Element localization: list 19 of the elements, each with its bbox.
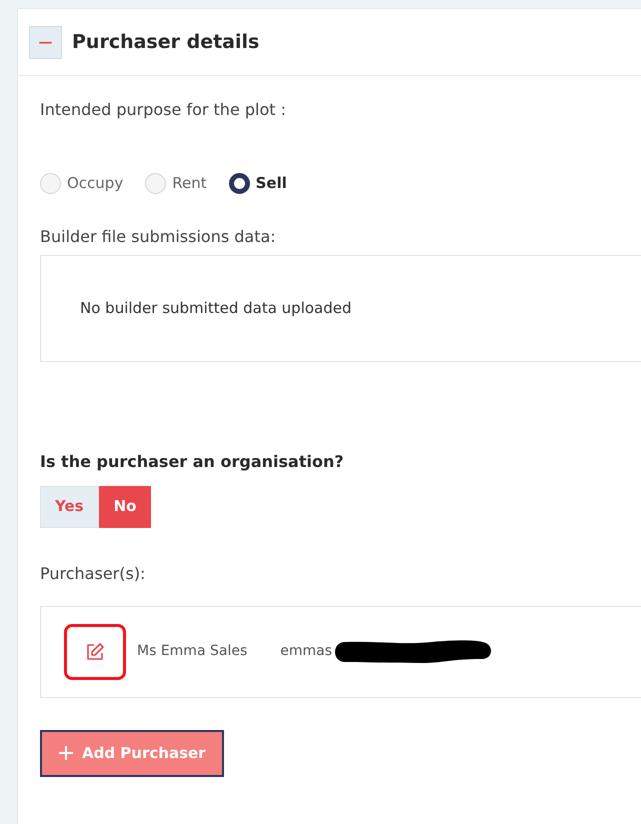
panel-title: Purchaser details	[72, 30, 260, 55]
radio-button[interactable]	[228, 172, 250, 194]
radio-label[interactable]: Sell	[256, 172, 287, 194]
question-label: Is the purchaser an organisation?	[40, 450, 345, 472]
purchaser-email: emmas	[280, 642, 332, 661]
edit-button[interactable]	[64, 624, 126, 680]
edit-icon	[85, 642, 105, 662]
purchaser-name: Ms Emma Sales	[137, 642, 248, 661]
radio-label[interactable]: Occupy	[67, 172, 124, 194]
field-label: Purchaser(s):	[40, 562, 146, 584]
toggle-option[interactable]: Yes	[40, 486, 99, 528]
empty-message: No builder submitted data uploaded	[80, 298, 352, 319]
plus-icon	[58, 745, 74, 761]
field-label: Intended purpose for the plot :	[40, 99, 288, 121]
radio-label[interactable]: Rent	[172, 172, 207, 194]
collapse-button[interactable]: −	[29, 26, 62, 58]
toggle-option[interactable]: No	[98, 486, 152, 528]
field-label: Builder file submissions data:	[40, 226, 277, 248]
add-purchaser-button[interactable]: Add Purchaser	[40, 730, 224, 776]
